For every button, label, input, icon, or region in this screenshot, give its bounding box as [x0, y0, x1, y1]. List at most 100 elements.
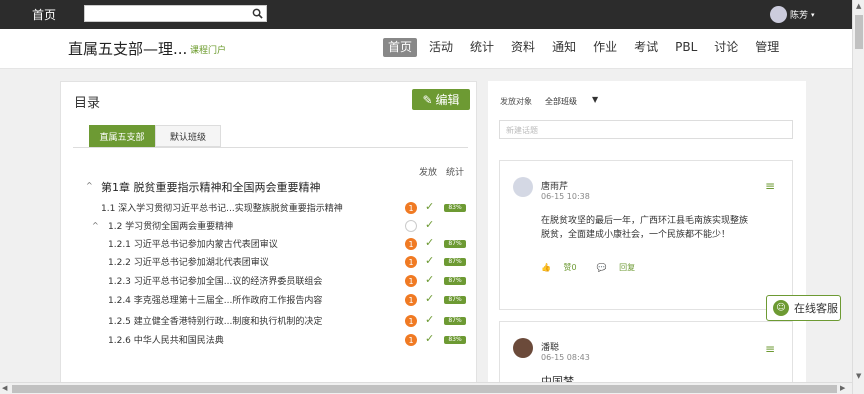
- catalog-row[interactable]: 1.2.3 习近平总书记参加全国...议的经济界委员联组会 1 ✓ 87%: [61, 272, 476, 290]
- home-link[interactable]: 首页: [32, 6, 56, 23]
- edit-button-label: 编辑: [435, 93, 460, 107]
- nav-pbl[interactable]: PBL: [670, 38, 702, 57]
- horizontal-scrollbar[interactable]: ◀ ▶: [0, 382, 852, 394]
- chevron-up-icon[interactable]: ^: [92, 221, 99, 230]
- task-count-badge: 1: [405, 275, 417, 287]
- post-card: 唐雨芹 06-15 10:38 ≡ 在脱贫攻坚的最后一年，广西环江县毛南族实现整…: [499, 160, 793, 310]
- scroll-thumb[interactable]: [12, 385, 837, 393]
- task-count-badge: [405, 220, 417, 232]
- catalog-row[interactable]: 1.2.4 李克强总理第十三届全...所作政府工作报告内容 1 ✓ 87%: [61, 291, 476, 309]
- post-author[interactable]: 潘聪: [541, 340, 559, 353]
- discussion-panel: 发放对象 全部班级 ▼ 新建话题 唐雨芹 06-15 10:38 ≡ 在脱贫攻坚…: [488, 81, 806, 394]
- section-title: 1.2.1 习近平总书记参加内蒙古代表团审议: [108, 240, 278, 250]
- task-count-badge: 1: [405, 294, 417, 306]
- chevron-down-icon[interactable]: ▼: [592, 95, 598, 104]
- menu-icon[interactable]: ≡: [765, 342, 775, 356]
- check-icon[interactable]: ✓: [425, 332, 434, 345]
- check-icon[interactable]: ✓: [425, 236, 434, 249]
- catalog-row[interactable]: ^ 1.2 学习贯彻全国两会重要精神 ✓: [61, 217, 476, 235]
- section-title: 1.2.2 习近平总书记参加湖北代表团审议: [108, 258, 269, 268]
- nav-stats[interactable]: 统计: [465, 38, 499, 57]
- course-header: 直属五支部—理... 课程门户 首页 活动 统计 资料 通知 作业 考试 PBL…: [0, 29, 852, 69]
- new-topic-input[interactable]: 新建话题: [499, 120, 793, 139]
- class-tabs: 直属五支部 默认班级: [89, 125, 221, 147]
- section-title: 1.1 深入学习贯彻习近平总书记...实现整族脱贫重要指示精神: [101, 204, 343, 214]
- online-service-button[interactable]: ☺ 在线客服: [766, 295, 841, 321]
- edit-button[interactable]: ✎ 编辑: [412, 89, 470, 110]
- chevron-down-icon: ▾: [811, 10, 815, 19]
- catalog-heading: 目录: [74, 96, 101, 111]
- chapter-row[interactable]: ^ 第1章 脱贫重要指示精神和全国两会重要精神: [61, 177, 476, 195]
- post-time: 06-15 10:38: [541, 192, 590, 201]
- check-icon[interactable]: ✓: [425, 313, 434, 326]
- user-name: 陈芳: [790, 11, 809, 21]
- course-nav: 首页 活动 统计 资料 通知 作业 考试 PBL 讨论 管理: [383, 38, 791, 57]
- search-input[interactable]: [84, 5, 267, 22]
- vertical-scrollbar[interactable]: ▲ ▼: [852, 0, 864, 394]
- catalog-row[interactable]: 1.2.6 中华人民共和国民法典 1 ✓ 83%: [61, 331, 476, 349]
- avatar: [513, 177, 533, 197]
- section-title: 1.2 学习贯彻全国两会重要精神: [108, 222, 234, 232]
- section-title: 1.2.5 建立健全香港特别行政...制度和执行机制的决定: [108, 317, 323, 327]
- service-label: 在线客服: [794, 302, 838, 315]
- scroll-right-icon[interactable]: ▶: [840, 384, 845, 392]
- course-portal-link[interactable]: 课程门户: [190, 43, 226, 56]
- catalog-row[interactable]: 1.2.2 习近平总书记参加湖北代表团审议 1 ✓ 87%: [61, 253, 476, 271]
- progress-badge: 87%: [444, 277, 466, 285]
- catalog-panel: 目录 ✎ 编辑 直属五支部 默认班级 发放 统计 ^ 第1章 脱贫重要指示精神和…: [60, 81, 477, 394]
- nav-materials[interactable]: 资料: [506, 38, 540, 57]
- progress-badge: 87%: [444, 258, 466, 266]
- menu-icon[interactable]: ≡: [765, 179, 775, 193]
- check-icon[interactable]: ✓: [425, 254, 434, 267]
- thumb-up-icon: 👍: [541, 263, 551, 272]
- post-body: 在脱贫攻坚的最后一年，广西环江县毛南族实现整族脱贫，全面建成小康社会，一个民族都…: [541, 216, 749, 240]
- progress-badge: 87%: [444, 240, 466, 248]
- progress-badge: 87%: [444, 317, 466, 325]
- nav-home[interactable]: 首页: [383, 38, 418, 57]
- catalog-row[interactable]: 1.1 深入学习贯彻习近平总书记...实现整族脱贫重要指示精神 1 ✓ 83%: [61, 199, 476, 217]
- section-title: 1.2.3 习近平总书记参加全国...议的经济界委员联组会: [108, 277, 323, 287]
- post-time: 06-15 08:43: [541, 353, 590, 362]
- scroll-left-icon[interactable]: ◀: [2, 384, 7, 392]
- check-icon[interactable]: ✓: [425, 218, 434, 231]
- nav-activity[interactable]: 活动: [424, 38, 458, 57]
- scroll-thumb[interactable]: [855, 15, 863, 49]
- pencil-icon: ✎: [422, 92, 433, 107]
- nav-discussion[interactable]: 讨论: [709, 38, 743, 57]
- tab-class-5[interactable]: 直属五支部: [89, 125, 155, 147]
- check-icon[interactable]: ✓: [425, 200, 434, 213]
- avatar: [513, 338, 533, 358]
- nav-homework[interactable]: 作业: [588, 38, 622, 57]
- task-count-badge: 1: [405, 238, 417, 250]
- tab-default-class[interactable]: 默认班级: [155, 125, 221, 147]
- section-title: 1.2.6 中华人民共和国民法典: [108, 336, 224, 346]
- like-button[interactable]: 👍 赞0: [541, 262, 587, 273]
- post-actions: 👍 赞0 💬 回复: [541, 262, 655, 273]
- search-icon[interactable]: [249, 6, 265, 21]
- reply-button[interactable]: 💬 回复: [597, 262, 646, 273]
- catalog-row[interactable]: 1.2.5 建立健全香港特别行政...制度和执行机制的决定 1 ✓ 87%: [61, 312, 476, 330]
- class-select[interactable]: 全部班级: [545, 96, 577, 107]
- post-author[interactable]: 唐雨芹: [541, 179, 568, 192]
- scroll-up-icon[interactable]: ▲: [856, 2, 861, 10]
- nav-exam[interactable]: 考试: [629, 38, 663, 57]
- scroll-down-icon[interactable]: ▼: [856, 372, 861, 380]
- reply-label: 回复: [619, 263, 636, 272]
- user-menu[interactable]: 陈芳 ▾: [770, 6, 815, 23]
- chapter-title: 第1章 脱贫重要指示精神和全国两会重要精神: [101, 181, 321, 194]
- task-count-badge: 1: [405, 202, 417, 214]
- section-title: 1.2.4 李克强总理第十三届全...所作政府工作报告内容: [108, 296, 323, 306]
- headset-icon: ☺: [773, 300, 789, 316]
- check-icon[interactable]: ✓: [425, 292, 434, 305]
- progress-badge: 83%: [444, 336, 466, 344]
- target-label: 发放对象: [500, 97, 532, 106]
- reply-icon: 💬: [596, 263, 607, 272]
- task-count-badge: 1: [405, 256, 417, 268]
- nav-manage[interactable]: 管理: [750, 38, 784, 57]
- chevron-up-icon[interactable]: ^: [86, 181, 93, 190]
- progress-badge: 87%: [444, 296, 466, 304]
- like-label: 赞0: [563, 263, 577, 272]
- nav-notice[interactable]: 通知: [547, 38, 581, 57]
- catalog-row[interactable]: 1.2.1 习近平总书记参加内蒙古代表团审议 1 ✓ 87%: [61, 235, 476, 253]
- check-icon[interactable]: ✓: [425, 273, 434, 286]
